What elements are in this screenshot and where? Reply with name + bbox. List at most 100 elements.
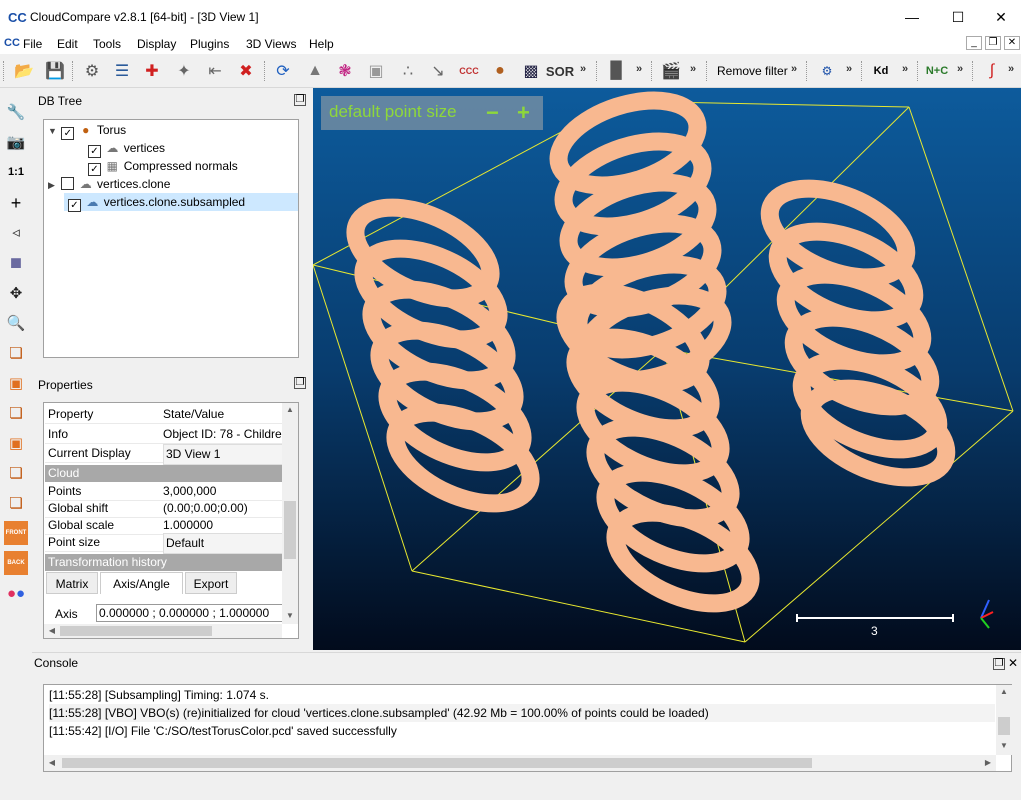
- toolbar-overflow-chevron[interactable]: »: [636, 63, 642, 75]
- translate-rotate-icon[interactable]: ✚: [140, 59, 164, 83]
- console-vscrollbar[interactable]: ▲ ▼: [996, 685, 1012, 755]
- toolbar-overflow-chevron[interactable]: »: [580, 63, 586, 75]
- scatter-icon[interactable]: ∴: [396, 59, 420, 83]
- visibility-checkbox[interactable]: ✓: [61, 127, 75, 140]
- segment-icon[interactable]: ✦: [172, 59, 196, 83]
- merge-icon[interactable]: ⇤: [203, 59, 227, 83]
- maximize-button[interactable]: ☐: [935, 0, 981, 34]
- scroll-down-icon[interactable]: ▼: [996, 741, 1012, 750]
- mdi-minimize-button[interactable]: _: [966, 36, 982, 50]
- axis-input[interactable]: 0.000000 ; 0.000000 ; 1.000000: [96, 604, 286, 622]
- properties-vscrollbar[interactable]: ▲ ▼: [282, 403, 298, 624]
- front-iso-button[interactable]: FRONT: [4, 521, 28, 545]
- normals-compute-button[interactable]: N+C: [925, 59, 949, 83]
- toolbar-overflow-chevron[interactable]: »: [846, 63, 852, 75]
- console-hscrollbar[interactable]: ◀ ▶: [44, 755, 996, 771]
- scroll-up-icon[interactable]: ▲: [282, 405, 298, 414]
- tab-axis-angle[interactable]: Axis/Angle: [100, 572, 183, 594]
- menu-help[interactable]: Help: [309, 37, 334, 51]
- mdi-close-button[interactable]: ✕: [1004, 36, 1020, 50]
- toolbar-overflow-chevron[interactable]: »: [791, 63, 797, 75]
- subsample-icon[interactable]: ❃: [333, 59, 357, 83]
- toolbar-overflow-chevron[interactable]: »: [902, 63, 908, 75]
- scroll-down-icon[interactable]: ▼: [282, 611, 298, 620]
- scroll-thumb[interactable]: [60, 626, 212, 636]
- menu-tools[interactable]: Tools: [93, 37, 121, 51]
- menu-edit[interactable]: Edit: [57, 37, 78, 51]
- save-icon[interactable]: 💾: [43, 59, 67, 83]
- zoom-1to1-button[interactable]: 1:1: [4, 160, 28, 184]
- bottom-view-icon[interactable]: ❏: [4, 491, 28, 515]
- right-view-icon[interactable]: ❏: [4, 461, 28, 485]
- 3d-view[interactable]: default point size − + 3: [313, 88, 1021, 650]
- tree-item-vertices[interactable]: ✓ ☁ vertices: [88, 139, 165, 158]
- open-icon[interactable]: 📂: [12, 59, 36, 83]
- kdtree-button[interactable]: Kd: [869, 59, 893, 83]
- menu-3d-views[interactable]: 3D Views: [246, 37, 296, 51]
- distance-icon[interactable]: ↘: [426, 59, 450, 83]
- color-sf-icon[interactable]: ⟳: [271, 59, 295, 83]
- expand-arrow-icon[interactable]: ▼: [48, 122, 58, 140]
- checker-icon[interactable]: ▩: [519, 59, 543, 83]
- mdi-restore-button[interactable]: ❐: [985, 36, 1001, 50]
- visibility-checkbox[interactable]: [61, 177, 75, 190]
- plugin-icon[interactable]: ∫: [980, 59, 1004, 83]
- toolbar-grip[interactable]: [3, 61, 7, 81]
- crosshair-icon[interactable]: +: [4, 191, 28, 215]
- current-display-select[interactable]: 3D View 1: [163, 444, 283, 465]
- canupo-icon[interactable]: ⚙: [815, 59, 839, 83]
- normals-icon[interactable]: ▲: [303, 59, 327, 83]
- scroll-thumb[interactable]: [62, 758, 812, 768]
- menu-display[interactable]: Display: [137, 37, 176, 51]
- cube-view-icon[interactable]: ◼: [4, 250, 28, 274]
- remove-filter-button[interactable]: Remove filter: [717, 64, 788, 78]
- menu-plugins[interactable]: Plugins: [190, 37, 229, 51]
- increase-point-size-button[interactable]: +: [517, 100, 530, 126]
- top-view-icon[interactable]: ❏: [4, 341, 28, 365]
- zoom-icon[interactable]: 🔍: [4, 311, 28, 335]
- tree-item-vertices-clone-subsampled[interactable]: ✓ ☁ vertices.clone.subsampled: [64, 193, 298, 212]
- scroll-right-icon[interactable]: ▶: [980, 758, 996, 767]
- back-view-icon[interactable]: ▣: [4, 431, 28, 455]
- minimize-button[interactable]: —: [889, 0, 935, 34]
- perspective-icon[interactable]: ◃: [4, 220, 28, 244]
- histogram-icon[interactable]: █: [604, 59, 628, 83]
- scroll-thumb[interactable]: [998, 717, 1010, 735]
- scroll-up-icon[interactable]: ▲: [996, 687, 1012, 696]
- tree-item-compressed-normals[interactable]: ✓ ▦ Compressed normals: [88, 157, 238, 176]
- left-view-icon[interactable]: ❏: [4, 401, 28, 425]
- point-picking-icon[interactable]: ⚙: [80, 59, 104, 83]
- scroll-left-icon[interactable]: ◀: [44, 626, 60, 635]
- wrench-icon[interactable]: 🔧: [4, 100, 28, 124]
- list-icon[interactable]: ☰: [110, 59, 134, 83]
- sor-filter-button[interactable]: SOR: [546, 59, 574, 83]
- properties-hscrollbar[interactable]: ◀: [44, 624, 282, 638]
- menu-file[interactable]: File: [23, 37, 42, 51]
- pan-icon[interactable]: ✥: [4, 281, 28, 305]
- visibility-checkbox[interactable]: ✓: [68, 199, 81, 212]
- tree-item-vertices-clone[interactable]: ▶ ☁ vertices.clone: [48, 175, 170, 193]
- console-splitter[interactable]: [32, 652, 1021, 654]
- properties-float-button[interactable]: ❐: [294, 377, 306, 389]
- cloud-object-icon[interactable]: ●: [488, 59, 512, 83]
- decrease-point-size-button[interactable]: −: [486, 100, 499, 126]
- tab-matrix[interactable]: Matrix: [46, 572, 98, 594]
- mesh-icon[interactable]: ▣: [364, 59, 388, 83]
- delete-icon[interactable]: ✖: [234, 59, 258, 83]
- close-button[interactable]: ✕: [978, 0, 1021, 34]
- scroll-thumb[interactable]: [284, 501, 296, 559]
- db-tree-float-button[interactable]: ❐: [294, 94, 306, 106]
- toolbar-overflow-chevron[interactable]: »: [690, 63, 696, 75]
- front-view-icon[interactable]: ▣: [4, 371, 28, 395]
- camera-icon[interactable]: 📷: [4, 130, 28, 154]
- toolbar-overflow-chevron[interactable]: »: [1008, 63, 1014, 75]
- collapse-arrow-icon[interactable]: ▶: [48, 176, 58, 194]
- toolbar-overflow-chevron[interactable]: »: [957, 63, 963, 75]
- tree-item-torus[interactable]: ▼ ✓ ● Torus: [48, 121, 126, 140]
- back-iso-button[interactable]: BACK: [4, 551, 28, 575]
- ccc-icon[interactable]: CCC: [457, 59, 481, 83]
- mdi-app-icon[interactable]: CC: [4, 37, 20, 49]
- console-float-button[interactable]: ❐: [993, 658, 1005, 670]
- stereo-icon[interactable]: ● ●: [4, 581, 28, 605]
- scroll-left-icon[interactable]: ◀: [44, 758, 60, 767]
